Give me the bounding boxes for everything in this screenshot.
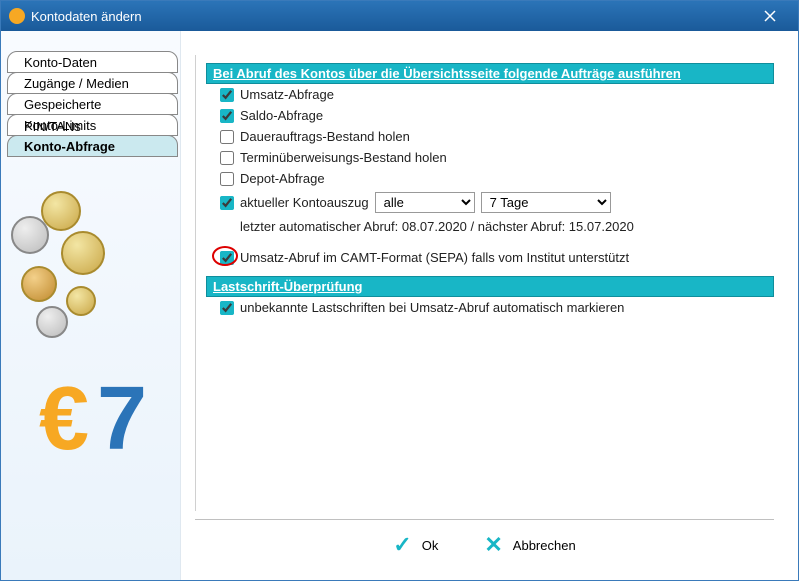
tab-pin-tans[interactable]: Gespeicherte PIN/TANs <box>7 93 178 115</box>
ok-label: Ok <box>422 538 439 553</box>
x-icon: ✕ <box>484 532 502 558</box>
checkbox-umsatz-abfrage[interactable] <box>220 88 234 102</box>
label-termin: Terminüberweisungs-Bestand holen <box>240 150 447 165</box>
content-area: Bei Abruf des Kontos über die Übersichts… <box>195 55 774 511</box>
titlebar: Kontodaten ändern <box>1 1 798 31</box>
main-panel: Bei Abruf des Kontos über die Übersichts… <box>181 31 798 580</box>
euro-7-logo: € 7 <box>31 361 151 481</box>
row-termin: Terminüberweisungs-Bestand holen <box>206 147 774 168</box>
row-umsatz-abfrage: Umsatz-Abfrage <box>206 84 774 105</box>
close-icon <box>764 10 776 22</box>
label-info-line: letzter automatischer Abruf: 08.07.2020 … <box>240 219 634 234</box>
label-kontoauszug: aktueller Kontoauszug <box>240 195 369 210</box>
row-camt: Umsatz-Abruf im CAMT-Format (SEPA) falls… <box>206 247 774 268</box>
select-filter[interactable]: alle <box>375 192 475 213</box>
label-depot: Depot-Abfrage <box>240 171 325 186</box>
tab-konto-daten[interactable]: Konto-Daten <box>7 51 178 73</box>
select-period[interactable]: 7 Tage <box>481 192 611 213</box>
row-depot: Depot-Abfrage <box>206 168 774 189</box>
cancel-button[interactable]: ✕ Abbrechen <box>474 528 585 562</box>
tab-konto-limits[interactable]: Konto-Limits <box>7 114 178 136</box>
checkbox-unbekannte[interactable] <box>220 301 234 315</box>
checkbox-termin[interactable] <box>220 151 234 165</box>
checkbox-kontoauszug[interactable] <box>220 196 234 210</box>
euro-7-icon: € 7 <box>31 361 151 481</box>
label-umsatz-abfrage: Umsatz-Abfrage <box>240 87 334 102</box>
label-camt: Umsatz-Abruf im CAMT-Format (SEPA) falls… <box>240 250 629 265</box>
tab-konto-abfrage[interactable]: Konto-Abfrage <box>7 135 178 157</box>
svg-text:€: € <box>39 369 89 469</box>
label-unbekannte: unbekannte Lastschriften bei Umsatz-Abru… <box>240 300 624 315</box>
svg-text:7: 7 <box>97 369 147 469</box>
row-kontoauszug: aktueller Kontoauszug alle 7 Tage <box>206 189 774 216</box>
row-dauerauftrag: Dauerauftrags-Bestand holen <box>206 126 774 147</box>
check-icon: ✓ <box>393 532 411 558</box>
dialog-body: Konto-Daten Zugänge / Medien Gespeichert… <box>1 31 798 580</box>
dialog-window: Kontodaten ändern Konto-Daten Zugänge / … <box>0 0 799 581</box>
close-button[interactable] <box>750 3 790 29</box>
checkbox-dauerauftrag[interactable] <box>220 130 234 144</box>
row-unbekannte: unbekannte Lastschriften bei Umsatz-Abru… <box>206 297 774 318</box>
row-info-line: letzter automatischer Abruf: 08.07.2020 … <box>206 216 774 237</box>
checkbox-saldo-abfrage[interactable] <box>220 109 234 123</box>
label-dauerauftrag: Dauerauftrags-Bestand holen <box>240 129 410 144</box>
section-header-lastschrift: Lastschrift-Überprüfung <box>206 276 774 297</box>
checkbox-camt[interactable] <box>220 251 234 265</box>
cancel-label: Abbrechen <box>513 538 576 553</box>
label-saldo-abfrage: Saldo-Abfrage <box>240 108 323 123</box>
checkbox-depot[interactable] <box>220 172 234 186</box>
sidebar: Konto-Daten Zugänge / Medien Gespeichert… <box>1 31 181 580</box>
tab-zugaenge-medien[interactable]: Zugänge / Medien <box>7 72 178 94</box>
button-bar: ✓ Ok ✕ Abbrechen <box>195 520 774 570</box>
window-title: Kontodaten ändern <box>31 9 750 24</box>
row-saldo-abfrage: Saldo-Abfrage <box>206 105 774 126</box>
app-icon <box>9 8 25 24</box>
ok-button[interactable]: ✓ Ok <box>383 528 448 562</box>
section-header-abruf: Bei Abruf des Kontos über die Übersichts… <box>206 63 774 84</box>
